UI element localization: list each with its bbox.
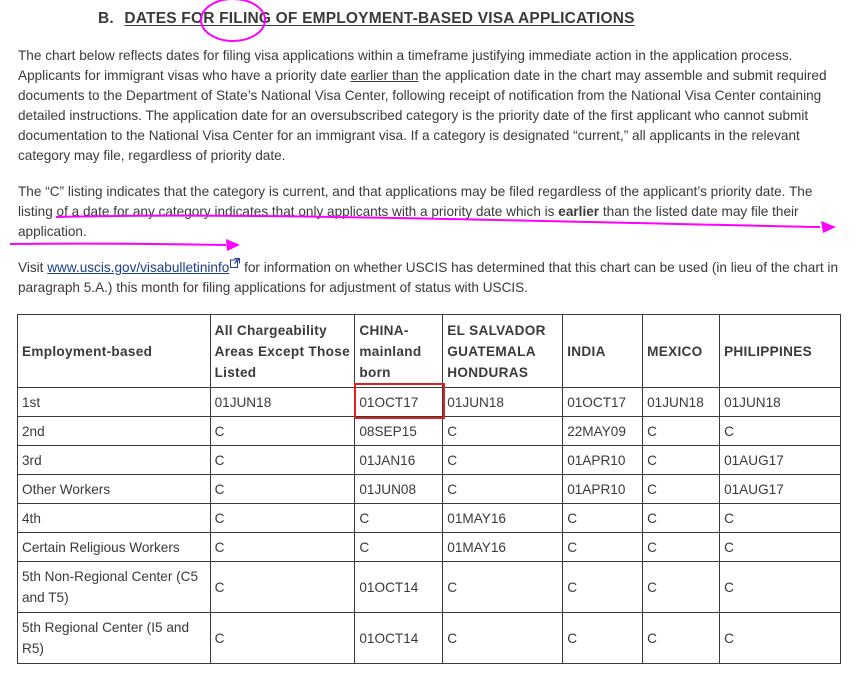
cell-el-salvador: 01MAY16 [442,532,564,562]
header-el-salvador-guatemala-honduras: EL SALVADOR GUATEMALA HONDURAS [442,314,564,388]
header-philippines: PHILIPPINES [719,314,841,388]
cell-china: 01OCT17 [354,387,444,417]
table-row: 2nd C 08SEP15 C 22MAY09 C C [17,416,841,446]
table-row: 1st 01JUN18 01OCT17 01JUN18 01OCT17 01JU… [17,387,841,417]
uscis-paragraph: Visit www.uscis.gov/visabulletininfo for… [18,258,838,298]
cell-china: 01OCT14 [354,612,444,664]
cell-mexico: C [642,445,721,475]
cell-el-salvador: C [442,445,564,475]
table-row: Other Workers C 01JUN08 C 01APR10 C 01AU… [17,474,841,504]
table-row: 3rd C 01JAN16 C 01APR10 C 01AUG17 [17,445,841,475]
cell-all-chargeability: C [209,416,356,446]
cell-philippines: 01AUG17 [719,445,841,475]
cell-all-chargeability: C [209,561,356,613]
cell-mexico: 01JUN18 [642,387,721,417]
cell-india: C [562,532,644,562]
cell-india: 22MAY09 [562,416,644,446]
cell-philippines: 01AUG17 [719,474,841,504]
cell-mexico: C [642,474,721,504]
cell-china: 01OCT14 [354,561,444,613]
current-listing-paragraph: The “C” listing indicates that the categ… [18,182,838,242]
external-link-icon[interactable] [230,258,241,268]
cell-mexico: C [642,532,721,562]
row-category: 5th Non-Regional Center (C5 and T5) [17,561,211,613]
cell-all-chargeability: C [209,445,356,475]
cell-philippines: C [719,503,841,533]
cell-india: C [562,503,644,533]
header-china: CHINA-mainland born [354,314,444,388]
row-category: 5th Regional Center (I5 and R5) [17,612,211,664]
uscis-text-before: Visit [18,260,48,275]
table-row: Certain Religious Workers C C 01MAY16 C … [17,532,841,562]
cell-philippines: C [719,561,841,613]
row-category: 2nd [17,416,211,446]
cell-philippines: 01JUN18 [719,387,841,417]
cell-philippines: C [719,416,841,446]
cell-mexico: C [642,612,721,664]
cell-philippines: C [719,532,841,562]
header-all-chargeability: All Chargeability Areas Except Those Lis… [209,314,356,388]
cell-india: 01APR10 [562,474,644,504]
cell-all-chargeability: C [209,503,356,533]
cell-china: C [354,503,444,533]
intro-paragraph: The chart below reflects dates for filin… [18,46,838,166]
table-row: 5th Regional Center (I5 and R5) C 01OCT1… [17,612,841,664]
filing-dates-table: Employment-based All Chargeability Areas… [17,314,841,664]
cell-mexico: C [642,561,721,613]
left-arrow-annotation [9,242,227,246]
cell-all-chargeability: C [209,532,356,562]
table-row: 5th Non-Regional Center (C5 and T5) C 01… [17,561,841,613]
header-employment-based: Employment-based [17,314,211,388]
row-category: 1st [17,387,211,417]
table-header-row: Employment-based All Chargeability Areas… [17,314,841,388]
cell-india: 01OCT17 [562,387,644,417]
cell-el-salvador: C [442,474,564,504]
cell-mexico: C [642,416,721,446]
cell-china: C [354,532,444,562]
uscis-link[interactable]: www.uscis.gov/visabulletininfo [47,260,229,275]
header-mexico: MEXICO [642,314,721,388]
cell-all-chargeability: C [209,474,356,504]
cell-mexico: C [642,503,721,533]
cell-all-chargeability: 01JUN18 [209,387,356,417]
section-heading: B. DATES FOR FILING OF EMPLOYMENT-BASED … [98,10,635,28]
cell-el-salvador: C [442,416,564,446]
cell-el-salvador: 01MAY16 [442,503,564,533]
cell-all-chargeability: C [209,612,356,664]
section-letter: B. [98,10,114,27]
cell-india: C [562,612,644,664]
intro-underlined-text: earlier than [350,68,419,83]
table-row: 4th C C 01MAY16 C C C [17,503,841,533]
row-category: Certain Religious Workers [17,532,211,562]
row-category: 4th [17,503,211,533]
cell-india: 01APR10 [562,445,644,475]
cell-china: 01JAN16 [354,445,444,475]
current-bold-text: earlier [558,204,600,219]
row-category: 3rd [17,445,211,475]
cell-china: 01JUN08 [354,474,444,504]
cell-india: C [562,561,644,613]
cell-el-salvador: 01JUN18 [442,387,564,417]
cell-philippines: C [719,612,841,664]
row-category: Other Workers [17,474,211,504]
cell-el-salvador: C [442,561,564,613]
cell-china: 08SEP15 [354,416,444,446]
cell-el-salvador: C [442,612,564,664]
section-title: DATES FOR FILING OF EMPLOYMENT-BASED VIS… [124,10,635,27]
header-india: INDIA [562,314,644,388]
